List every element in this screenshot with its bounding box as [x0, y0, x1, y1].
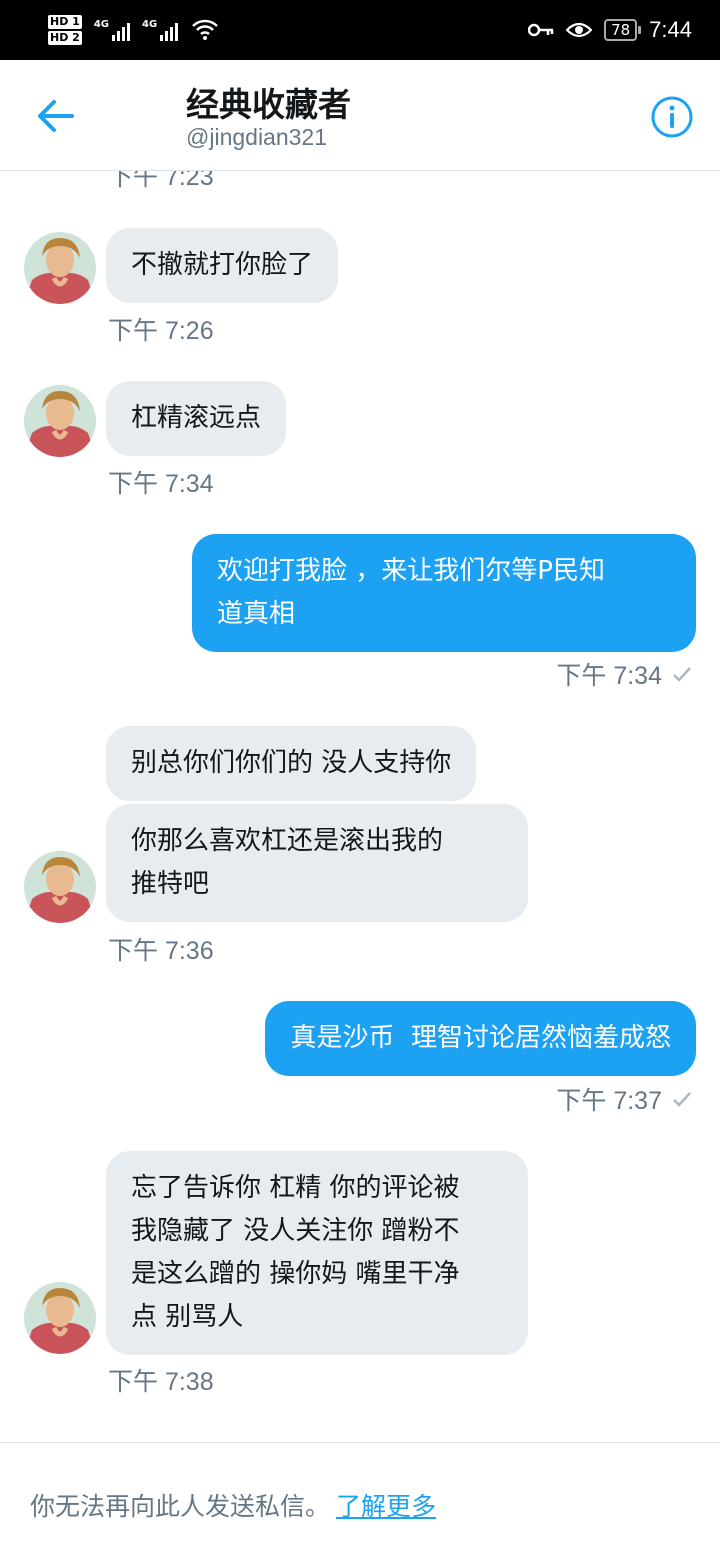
signal-2-icon: 4G	[142, 19, 179, 41]
message-timestamp: 下午 7:34	[556, 662, 662, 690]
avatar-image	[24, 232, 96, 304]
incoming-message-bubble[interactable]: 忘了告诉你 杠精 你的评论被 我隐藏了 没人关注你 蹭粉不 是这么蹭的 操你妈 …	[106, 1151, 528, 1355]
avatar[interactable]	[24, 851, 96, 923]
dm-disabled-footer: 你无法再向此人发送私信。 了解更多	[0, 1442, 720, 1560]
avatar[interactable]	[24, 385, 96, 457]
info-icon[interactable]	[650, 95, 694, 139]
wifi-icon	[192, 19, 219, 40]
incoming-message-bubble[interactable]: 不撤就打你脸了	[106, 228, 339, 303]
eye-icon	[566, 22, 593, 38]
avatar-image	[24, 1282, 96, 1354]
status-left: HD 1 HD 2 4G 4G	[48, 10, 219, 50]
footer-row: 你无法再向此人发送私信。 了解更多	[30, 1487, 436, 1523]
status-bar: HD 1 HD 2 4G 4G 78 7:44	[0, 0, 720, 60]
outgoing-message-bubble[interactable]: 真是沙币 理智讨论居然恼羞成怒	[265, 1001, 696, 1076]
avatar[interactable]	[24, 232, 96, 304]
user-handle: @jingdian321	[186, 124, 328, 150]
incoming-message-bubble[interactable]: 你那么喜欢杠还是滚出我的 推特吧	[106, 804, 528, 922]
sent-check-icon	[673, 667, 691, 682]
conversation-header: 经典收藏者 @jingdian321	[0, 60, 720, 171]
incoming-message-bubble[interactable]: 别总你们你们的 没人支持你	[106, 726, 477, 801]
dm-disabled-notice: 你无法再向此人发送私信。	[30, 1492, 331, 1521]
message-timestamp-row: 下午 7:34	[556, 656, 692, 692]
outgoing-message-bubble[interactable]: 欢迎打我脸 ，来让我们尔等P民知 道真相	[192, 534, 696, 652]
incoming-message-bubble[interactable]: 杠精滚远点	[106, 381, 287, 456]
clock: 7:44	[649, 17, 692, 42]
avatar-image	[24, 851, 96, 923]
page-title: 经典收藏者	[186, 85, 351, 124]
message-timestamp: 下午 7:23	[108, 171, 214, 191]
message-timestamp: 下午 7:26	[108, 317, 214, 345]
status-right: 78 7:44	[528, 0, 692, 60]
signal-1-icon: 4G	[94, 19, 130, 41]
message-timestamp: 下午 7:36	[108, 937, 214, 965]
hd-indicators: HD 1 HD 2	[48, 15, 82, 45]
message-list[interactable]: 下午 7:23 不撤就打你脸了 下午 7:26 杠精滚远点 下午 7:34 欢迎…	[0, 171, 720, 1442]
hd2-badge: HD 2	[48, 31, 82, 45]
battery-indicator: 78	[604, 19, 642, 41]
message-timestamp: 下午 7:37	[556, 1087, 662, 1115]
avatar-image	[24, 385, 96, 457]
sent-check-icon	[673, 1092, 691, 1107]
avatar[interactable]	[24, 1282, 96, 1354]
message-timestamp-row: 下午 7:37	[556, 1081, 692, 1117]
network-2-label: 4G	[142, 19, 158, 30]
message-timestamp: 下午 7:34	[108, 470, 214, 498]
key-icon	[528, 23, 554, 37]
network-1-label: 4G	[93, 19, 109, 30]
learn-more-link[interactable]: 了解更多	[336, 1492, 436, 1521]
message-timestamp: 下午 7:38	[108, 1368, 214, 1396]
back-arrow-icon[interactable]	[34, 96, 78, 136]
hd1-badge: HD 1	[48, 15, 82, 29]
